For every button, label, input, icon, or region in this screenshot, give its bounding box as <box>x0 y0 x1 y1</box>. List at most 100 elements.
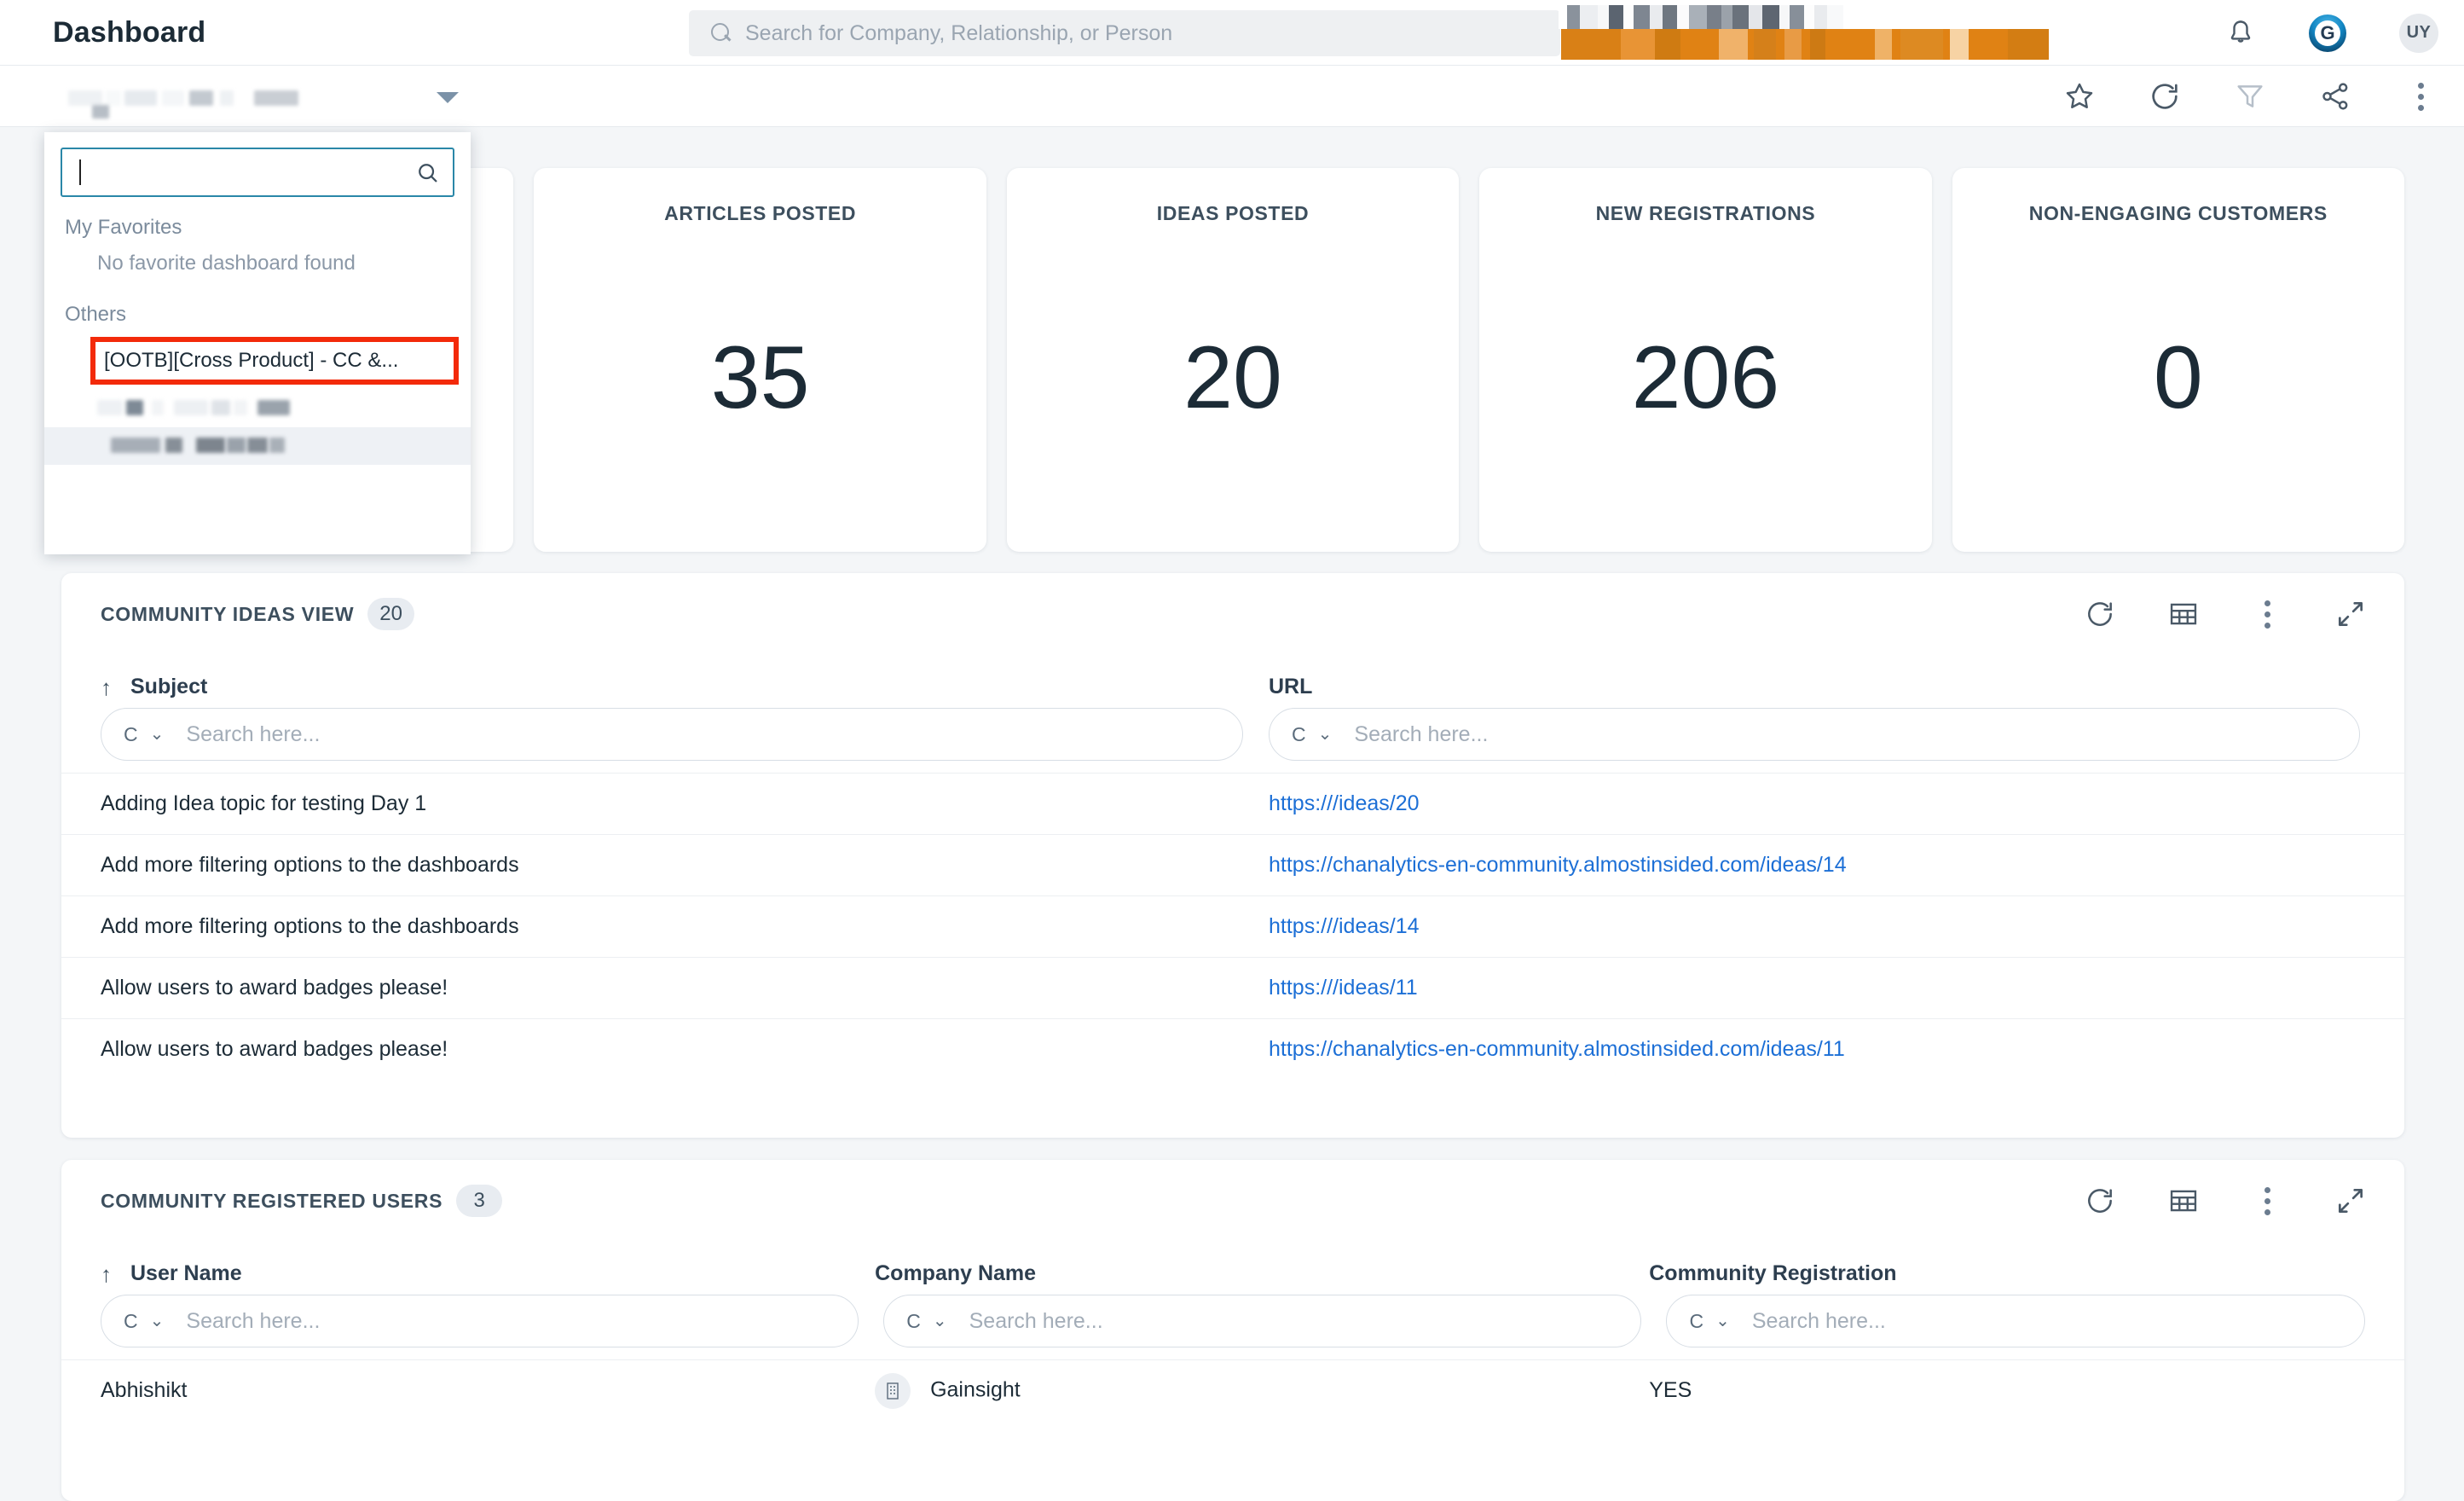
kpi-title: IDEAS POSTED <box>1156 202 1310 224</box>
panel-record-count: 3 <box>456 1185 503 1217</box>
dropdown-item-ootb-cross-product[interactable]: [OOTB][Cross Product] - CC &... <box>90 337 459 385</box>
gainsight-logo-letter: G <box>2315 20 2340 46</box>
panel-record-count: 20 <box>367 598 414 630</box>
gainsight-logo-icon[interactable]: G <box>2309 14 2346 52</box>
chevron-down-icon[interactable]: ⌄ <box>1318 726 1333 743</box>
column-header-user-name[interactable]: ↑ User Name <box>101 1261 875 1286</box>
cell-subject: Add more filtering options to the dashbo… <box>101 914 519 938</box>
dashboard-selector-trigger[interactable] <box>61 78 462 119</box>
chevron-down-icon[interactable]: ⌄ <box>150 726 165 743</box>
panel-actions <box>2082 596 2369 632</box>
kpi-card[interactable]: NON-ENGAGING CUSTOMERS 0 <box>1952 168 2405 552</box>
table-row[interactable]: Allow users to award badges please! http… <box>61 1018 2404 1080</box>
more-vertical-icon[interactable] <box>2403 78 2438 114</box>
company-link[interactable]: Gainsight <box>930 1377 1021 1401</box>
users-table-body: Abhishikt Gainsight YES <box>61 1359 2404 1421</box>
avatar[interactable]: UY <box>2399 13 2438 53</box>
community-registered-users-panel: COMMUNITY REGISTERED USERS 3 ↑ User Name… <box>61 1160 2404 1501</box>
user-name-filter-input[interactable]: C ⌄ Search here... <box>101 1295 859 1347</box>
column-header-subject[interactable]: ↑ Subject <box>101 675 1269 699</box>
dashboard-toolbar <box>0 66 2464 127</box>
cell-user-name: Abhishikt <box>101 1378 188 1402</box>
table-row[interactable]: Abhishikt Gainsight YES <box>61 1359 2404 1421</box>
global-search-input[interactable]: Search for Company, Relationship, or Per… <box>689 10 1560 56</box>
kpi-value: 20 <box>1183 328 1282 427</box>
text-cursor <box>79 159 81 185</box>
cell-url[interactable]: https://chanalytics-en-community.almosti… <box>1269 1037 2334 1062</box>
cell-url[interactable]: https:///ideas/20 <box>1269 791 2334 816</box>
chevron-down-icon[interactable]: ⌄ <box>1715 1313 1730 1330</box>
panel-header: COMMUNITY IDEAS VIEW 20 <box>61 573 2404 655</box>
no-favorites-message: No favorite dashboard found <box>97 252 356 275</box>
column-header-url[interactable]: URL <box>1269 675 2334 699</box>
filter-placeholder: Search here... <box>186 1308 321 1333</box>
dropdown-group-label-others: Others <box>65 303 127 326</box>
filter-operator[interactable]: C <box>906 1310 921 1333</box>
kpi-value: 206 <box>1631 328 1780 427</box>
toolbar-actions <box>2062 66 2438 127</box>
chevron-down-icon[interactable]: ⌄ <box>933 1313 947 1330</box>
table-row[interactable]: Add more filtering options to the dashbo… <box>61 834 2404 895</box>
panel-title: COMMUNITY IDEAS VIEW <box>101 602 355 625</box>
search-icon[interactable] <box>415 160 441 186</box>
kpi-card[interactable]: NEW REGISTRATIONS 206 <box>1479 168 1932 552</box>
company-name-filter-input[interactable]: C ⌄ Search here... <box>883 1295 1641 1347</box>
ideas-table-body: Adding Idea topic for testing Day 1 http… <box>61 773 2404 1080</box>
filter-operator[interactable]: C <box>1689 1310 1703 1333</box>
filter-operator[interactable]: C <box>124 1310 138 1333</box>
table-view-icon[interactable] <box>2166 596 2201 632</box>
top-header: Dashboard Search for Company, Relationsh… <box>0 0 2464 66</box>
refresh-icon[interactable] <box>2082 596 2118 632</box>
subject-filter-input[interactable]: C ⌄ Search here... <box>101 708 1243 761</box>
table-filter-row: C ⌄ Search here... C ⌄ Search here... <box>61 699 2404 761</box>
refresh-icon[interactable] <box>2147 78 2183 114</box>
dropdown-item-redacted-selected[interactable] <box>44 427 471 465</box>
table-row[interactable]: Allow users to award badges please! http… <box>61 957 2404 1018</box>
table-view-icon[interactable] <box>2166 1183 2201 1219</box>
expand-icon[interactable] <box>2333 596 2369 632</box>
dashboard-selector-value-redacted <box>61 86 437 119</box>
refresh-icon[interactable] <box>2082 1183 2118 1219</box>
share-icon[interactable] <box>2317 78 2353 114</box>
global-search-placeholder: Search for Company, Relationship, or Per… <box>745 20 1173 45</box>
dashboard-search-input[interactable] <box>61 148 454 197</box>
search-icon <box>709 21 733 45</box>
column-header-community-registration[interactable]: Community Registration <box>1649 1261 2365 1286</box>
expand-icon[interactable] <box>2333 1183 2369 1219</box>
panel-actions <box>2082 1183 2369 1219</box>
users-table: ↑ User Name Company Name Community Regis… <box>61 1242 2404 1421</box>
panel-title: COMMUNITY REGISTERED USERS <box>101 1189 443 1212</box>
chevron-down-icon[interactable]: ⌄ <box>150 1313 165 1330</box>
page-title: Dashboard <box>53 15 206 49</box>
filter-operator[interactable]: C <box>1292 723 1306 746</box>
filter-placeholder: Search here... <box>1751 1308 1886 1333</box>
kpi-card[interactable]: IDEAS POSTED 20 <box>1006 168 1460 552</box>
community-registration-filter-input[interactable]: C ⌄ Search here... <box>1666 1295 2365 1347</box>
cell-subject: Add more filtering options to the dashbo… <box>101 853 519 877</box>
dropdown-item-redacted[interactable] <box>44 390 471 427</box>
cell-url[interactable]: https:///ideas/11 <box>1269 976 2334 1000</box>
community-ideas-panel: COMMUNITY IDEAS VIEW 20 ↑ Subject URL C … <box>61 573 2404 1138</box>
table-row[interactable]: Adding Idea topic for testing Day 1 http… <box>61 773 2404 834</box>
filter-placeholder: Search here... <box>186 722 321 746</box>
more-vertical-icon[interactable] <box>2249 1183 2285 1219</box>
star-icon[interactable] <box>2062 78 2097 114</box>
url-filter-input[interactable]: C ⌄ Search here... <box>1269 708 2360 761</box>
more-vertical-icon[interactable] <box>2249 596 2285 632</box>
kpi-title: ARTICLES POSTED <box>664 202 857 224</box>
column-header-company-name[interactable]: Company Name <box>875 1261 1649 1286</box>
filter-icon[interactable] <box>2232 78 2268 114</box>
ideas-table: ↑ Subject URL C ⌄ Search here... C ⌄ Sea… <box>61 655 2404 1080</box>
table-row[interactable]: Add more filtering options to the dashbo… <box>61 895 2404 957</box>
table-filter-row: C ⌄ Search here... C ⌄ Search here... C … <box>61 1286 2404 1347</box>
building-icon <box>875 1372 911 1409</box>
filter-placeholder: Search here... <box>969 1308 1103 1333</box>
kpi-card[interactable]: ARTICLES POSTED 35 <box>534 168 986 552</box>
cell-subject: Adding Idea topic for testing Day 1 <box>101 791 427 815</box>
kpi-title: NON-ENGAGING CUSTOMERS <box>2028 202 2328 224</box>
filter-operator[interactable]: C <box>124 723 138 746</box>
cell-url[interactable]: https://chanalytics-en-community.almosti… <box>1269 853 2334 878</box>
cell-url[interactable]: https:///ideas/14 <box>1269 914 2334 939</box>
bell-icon[interactable] <box>2225 17 2256 49</box>
filter-placeholder: Search here... <box>1354 722 1489 746</box>
